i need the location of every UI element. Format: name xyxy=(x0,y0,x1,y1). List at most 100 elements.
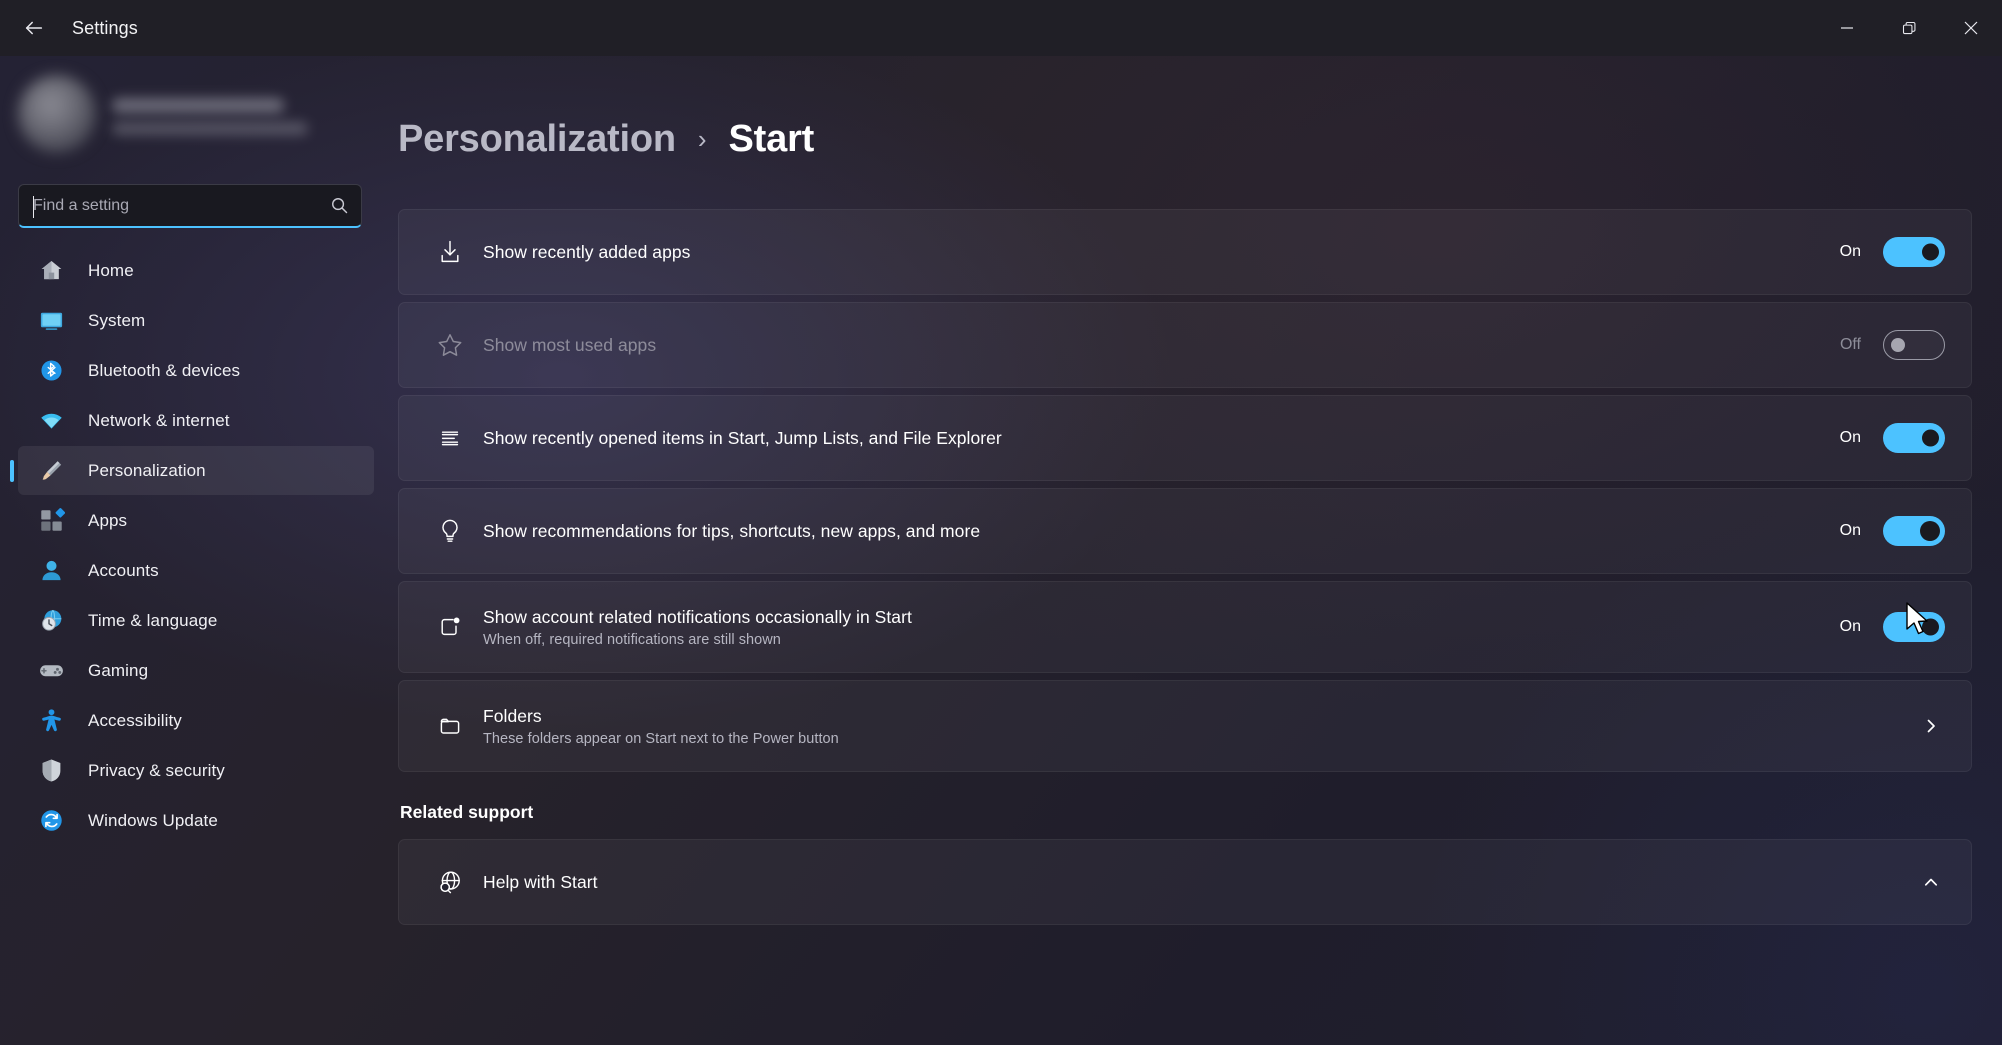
sidebar-item-network-internet[interactable]: Network & internet xyxy=(18,396,374,445)
avatar xyxy=(18,75,96,153)
network-icon xyxy=(36,406,66,436)
lightbulb-icon xyxy=(427,517,473,545)
chevron-right-icon: › xyxy=(697,124,707,154)
restore-icon[interactable] xyxy=(1878,0,1940,56)
sidebar-item-label: Apps xyxy=(88,510,128,530)
setting-subtitle: When off, required notifications are sti… xyxy=(483,631,781,648)
sidebar-item-bluetooth-devices[interactable]: Bluetooth & devices xyxy=(18,346,374,395)
text-caret xyxy=(33,196,34,218)
sidebar: Home System xyxy=(0,56,392,1045)
close-icon[interactable] xyxy=(1940,0,2002,56)
setting-row-folders[interactable]: Folders These folders appear on Start ne… xyxy=(398,680,1972,772)
sidebar-nav: Home System Bluetooth & devices Network … xyxy=(0,246,374,845)
title-bar: Settings xyxy=(0,0,2002,56)
setting-title: Folders xyxy=(483,705,542,726)
sidebar-item-accounts[interactable]: Accounts xyxy=(18,546,374,595)
toggle-recently-added-apps[interactable] xyxy=(1883,237,1945,267)
sidebar-item-label: Time & language xyxy=(88,610,218,630)
toggle-state-label: On xyxy=(1839,522,1861,539)
sidebar-item-gaming[interactable]: Gaming xyxy=(18,646,374,695)
profile-name-redacted xyxy=(112,97,284,113)
setting-row-recommendations[interactable]: Show recommendations for tips, shortcuts… xyxy=(398,488,1972,574)
user-profile[interactable] xyxy=(0,56,374,160)
sidebar-item-label: Accessibility xyxy=(88,710,182,730)
profile-text xyxy=(112,94,308,135)
sidebar-item-time-language[interactable]: Time & language xyxy=(18,596,374,645)
toggle-recommendations[interactable] xyxy=(1883,516,1945,546)
sidebar-item-label: Bluetooth & devices xyxy=(88,360,241,380)
setting-row-most-used-apps[interactable]: Show most used apps Off xyxy=(398,302,1972,388)
support-row-help-with-start[interactable]: Help with Start xyxy=(398,839,1972,925)
system-icon xyxy=(36,306,66,336)
sidebar-item-label: Network & internet xyxy=(88,410,230,430)
time-language-icon xyxy=(36,606,66,636)
related-support-heading: Related support xyxy=(400,802,534,822)
setting-control: On xyxy=(1827,516,1945,546)
breadcrumb-parent[interactable]: Personalization xyxy=(398,118,676,161)
star-icon xyxy=(427,331,473,359)
toggle-state-label: On xyxy=(1839,243,1861,260)
paintbrush-icon xyxy=(36,456,66,486)
setting-text: Folders These folders appear on Start ne… xyxy=(473,706,1917,747)
home-icon xyxy=(36,256,66,286)
app-title: Settings xyxy=(72,17,138,38)
globe-help-icon xyxy=(427,868,473,896)
sidebar-item-home[interactable]: Home xyxy=(18,246,374,295)
toggle-recently-opened-items[interactable] xyxy=(1883,423,1945,453)
sidebar-item-privacy-security[interactable]: Privacy & security xyxy=(18,746,374,795)
main-scroll-area: Personalization › Start Show recently ad… xyxy=(392,56,2002,1045)
setting-row-account-notifications[interactable]: Show account related notifications occas… xyxy=(398,581,1972,673)
sidebar-item-personalization[interactable]: Personalization xyxy=(18,446,374,495)
setting-row-recently-added-apps[interactable]: Show recently added apps On xyxy=(398,209,1972,295)
accounts-icon xyxy=(36,556,66,586)
sidebar-item-label: System xyxy=(88,310,146,330)
folder-icon xyxy=(427,712,473,740)
sidebar-item-apps[interactable]: Apps xyxy=(18,496,374,545)
shield-icon xyxy=(36,756,66,786)
setting-text: Show account related notifications occas… xyxy=(473,607,1827,648)
search-box[interactable] xyxy=(18,184,362,228)
main-content: Personalization › Start Show recently ad… xyxy=(392,56,2002,1045)
search-input[interactable] xyxy=(33,196,329,215)
sidebar-item-system[interactable]: System xyxy=(18,296,374,345)
sidebar-item-label: Home xyxy=(88,260,134,280)
sidebar-item-accessibility[interactable]: Accessibility xyxy=(18,696,374,745)
windows-update-icon xyxy=(36,806,66,836)
sidebar-item-label: Accounts xyxy=(88,560,159,580)
chevron-right-icon[interactable] xyxy=(1917,718,1945,734)
setting-control: On xyxy=(1827,423,1945,453)
support-control xyxy=(1917,874,1945,890)
gaming-icon xyxy=(36,656,66,686)
toggle-state-label: On xyxy=(1839,429,1861,446)
back-arrow-icon[interactable] xyxy=(6,6,62,50)
recent-items-icon xyxy=(427,424,473,452)
support-title: Help with Start xyxy=(483,871,598,892)
sidebar-item-windows-update[interactable]: Windows Update xyxy=(18,796,374,845)
toggle-account-notifications[interactable] xyxy=(1883,612,1945,642)
setting-text: Show recently opened items in Start, Jum… xyxy=(473,428,1827,449)
setting-control: On xyxy=(1827,612,1945,642)
search-icon[interactable] xyxy=(329,196,349,215)
toggle-state-label: On xyxy=(1839,618,1861,635)
setting-row-recently-opened-items[interactable]: Show recently opened items in Start, Jum… xyxy=(398,395,1972,481)
setting-title: Show recently added apps xyxy=(483,241,691,262)
window-body: Home System xyxy=(0,56,2002,1045)
minimize-icon[interactable] xyxy=(1816,0,1878,56)
setting-subtitle: These folders appear on Start next to th… xyxy=(483,730,839,747)
setting-control: On xyxy=(1827,237,1945,267)
setting-control: Off xyxy=(1827,330,1945,360)
setting-text: Show recommendations for tips, shortcuts… xyxy=(473,521,1827,542)
download-icon xyxy=(427,238,473,266)
accessibility-icon xyxy=(36,706,66,736)
notification-badge-icon xyxy=(427,613,473,641)
settings-window: Settings Find a setting Home System Blue… xyxy=(0,0,2002,1045)
toggle-most-used-apps[interactable] xyxy=(1883,330,1945,360)
page-title: Start xyxy=(728,118,815,160)
setting-title: Show recommendations for tips, shortcuts… xyxy=(483,520,981,541)
sidebar-item-label: Privacy & security xyxy=(88,760,225,780)
chevron-up-icon[interactable] xyxy=(1917,874,1945,890)
sidebar-item-label: Windows Update xyxy=(88,810,218,830)
breadcrumb: Personalization › Start xyxy=(398,118,1972,161)
setting-text: Show most used apps xyxy=(473,335,1827,356)
profile-email-redacted xyxy=(112,121,308,135)
